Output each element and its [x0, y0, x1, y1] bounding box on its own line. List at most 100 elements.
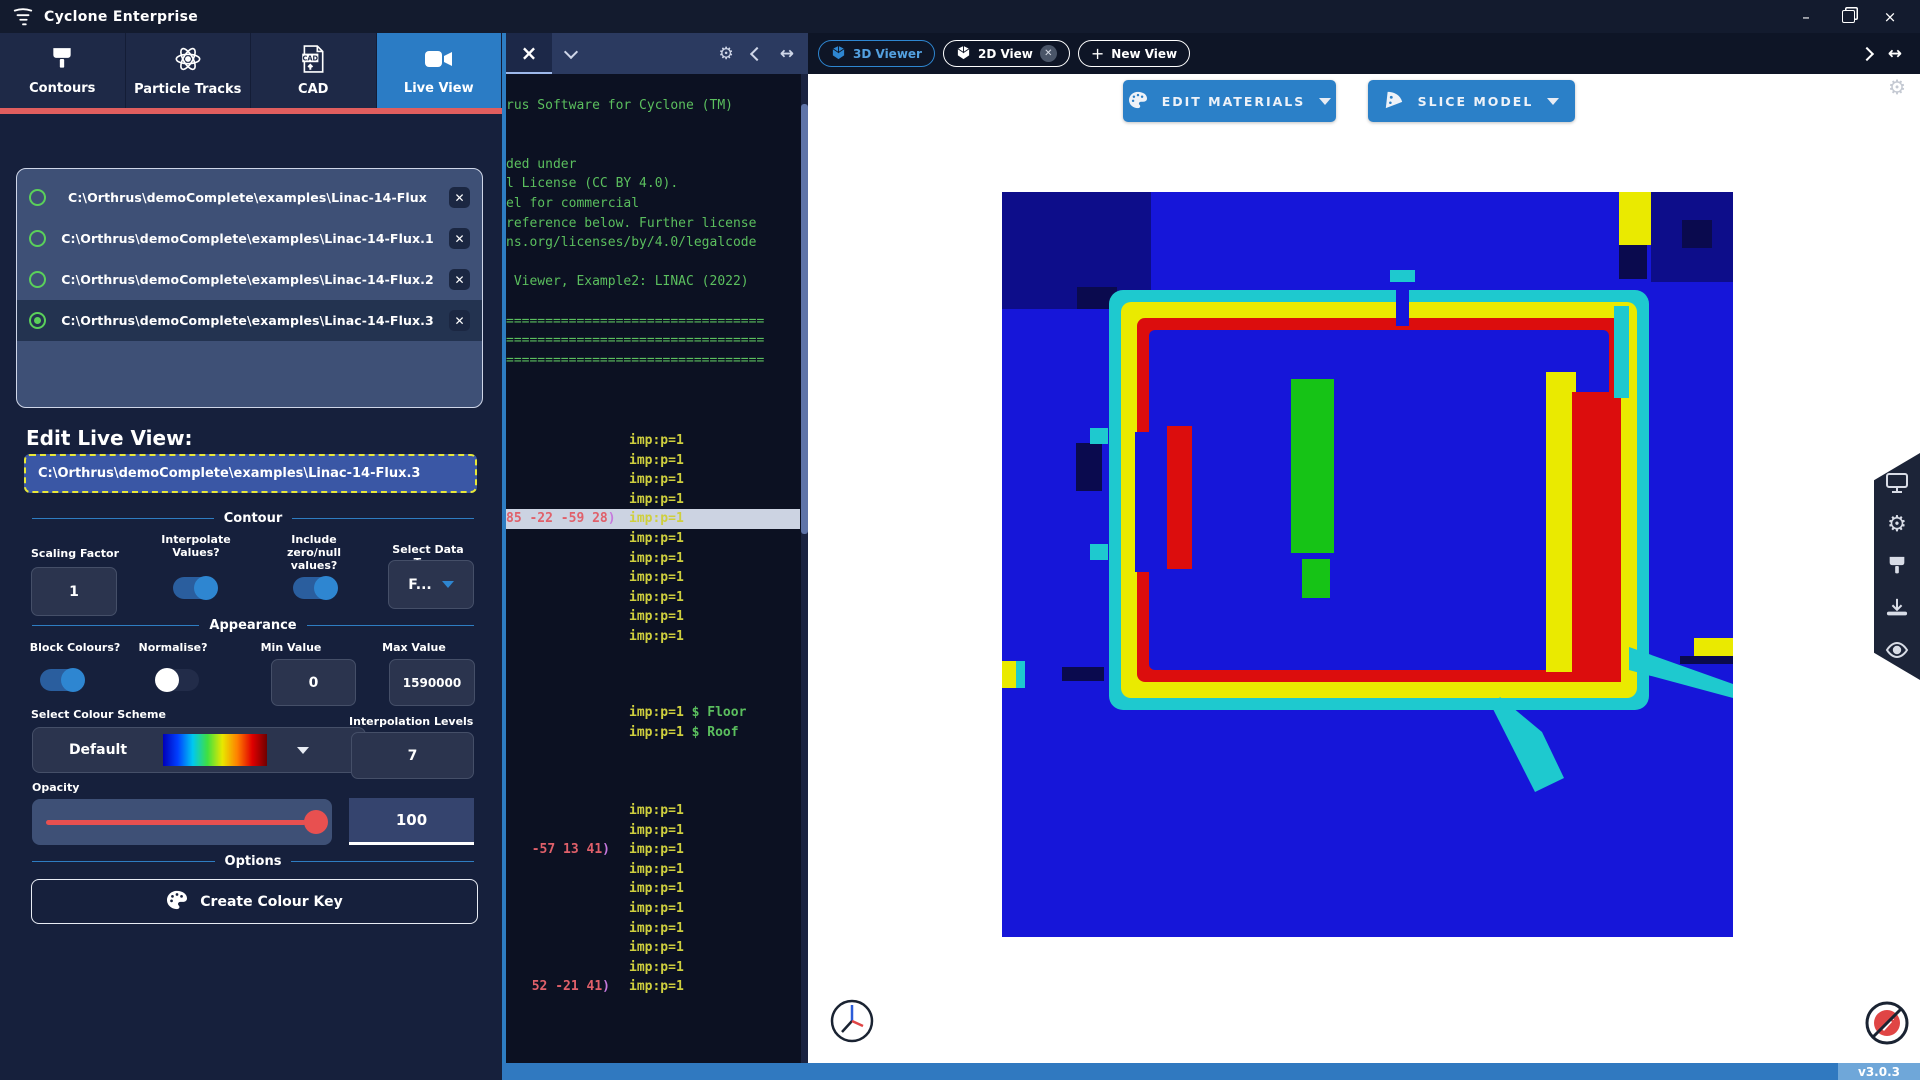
- interpolation-levels-input[interactable]: 7: [351, 732, 474, 779]
- contour-section-title: Contour: [223, 511, 283, 526]
- flux-map-canvas[interactable]: [1002, 192, 1733, 937]
- console-line: =================================: [506, 352, 765, 368]
- contour-brush-icon[interactable]: [1884, 554, 1910, 578]
- tab-3d-viewer[interactable]: 3D Viewer: [818, 40, 935, 67]
- console-line: el for commercial: [506, 195, 640, 211]
- console-line: imp:p=1: [629, 589, 684, 605]
- radio-selected-icon[interactable]: [29, 312, 46, 329]
- palette-icon: [1128, 91, 1148, 112]
- tab-cad[interactable]: CAD CAD: [251, 33, 377, 108]
- appearance-divider: Appearance: [32, 618, 475, 633]
- cyclone-logo-icon: [12, 6, 34, 28]
- console-scrollbar-thumb[interactable]: [801, 104, 808, 534]
- cad-file-icon: CAD: [300, 44, 326, 77]
- scaling-factor-input[interactable]: 1: [31, 567, 117, 616]
- settings-tools-icon[interactable]: ⚙: [1884, 512, 1910, 537]
- left-panel: Contours Particle Tracks CAD CAD Live Vi…: [0, 33, 502, 1080]
- eye-visibility-icon[interactable]: [1884, 638, 1910, 662]
- console-line: imp:p=1: [629, 881, 684, 897]
- minimize-button[interactable]: –: [1792, 5, 1820, 29]
- scaling-factor-value: 1: [69, 583, 79, 600]
- video-camera-icon: [424, 46, 454, 76]
- remove-file-icon[interactable]: ✕: [449, 228, 470, 249]
- radio-unselected-icon[interactable]: [29, 230, 46, 247]
- download-icon[interactable]: [1884, 596, 1910, 620]
- slice-model-label: SLICE MODEL: [1417, 93, 1534, 109]
- tab-label: New View: [1111, 46, 1178, 61]
- close-button[interactable]: ×: [1876, 5, 1904, 29]
- tab-live-view[interactable]: Live View: [376, 33, 502, 108]
- remove-file-icon[interactable]: ✕: [449, 187, 470, 208]
- flux-map: [1002, 192, 1733, 937]
- radio-unselected-icon[interactable]: [29, 189, 46, 206]
- live-view-path-input[interactable]: C:\Orthrus\demoComplete\examples\Linac-1…: [24, 454, 477, 493]
- slice-model-button[interactable]: SLICE MODEL: [1368, 80, 1575, 122]
- chevron-right-icon[interactable]: [1859, 46, 1874, 61]
- palette-icon: [166, 890, 188, 914]
- file-row-selected[interactable]: C:\Orthrus\demoComplete\examples\Linac-1…: [17, 300, 482, 341]
- axis-orientation-gizmo[interactable]: [829, 998, 875, 1044]
- new-view-button[interactable]: + New View: [1077, 40, 1191, 67]
- opacity-value-input[interactable]: 100: [349, 798, 474, 845]
- colour-gradient-preview: [163, 734, 267, 766]
- max-value: 1590000: [402, 675, 462, 690]
- radio-unselected-icon[interactable]: [29, 271, 46, 288]
- tab-label: 2D View: [977, 46, 1033, 61]
- console-line-highlighted: 85 -22 -59 28) imp:p=1: [506, 509, 800, 529]
- console-block: rus Software for Cyclone (TM) ded under l …: [506, 96, 800, 370]
- min-value-input[interactable]: 0: [271, 659, 356, 706]
- max-value-input[interactable]: 1590000: [389, 659, 475, 706]
- chevron-down-icon[interactable]: [563, 44, 579, 59]
- console-line: imp:p=1: [629, 433, 684, 448]
- include-zero-toggle[interactable]: [293, 576, 338, 600]
- remove-file-icon[interactable]: ✕: [449, 269, 470, 290]
- console-line: ded under: [506, 156, 577, 172]
- close-tab-icon[interactable]: ✕: [1039, 45, 1057, 62]
- disable-drawing-button[interactable]: [1864, 1000, 1910, 1046]
- maximize-button[interactable]: [1834, 5, 1862, 29]
- tab-particle-tracks[interactable]: Particle Tracks: [125, 33, 251, 108]
- edit-materials-button[interactable]: EDIT MATERIALS: [1123, 80, 1336, 122]
- viewer-tool-rail: ⚙: [1874, 453, 1920, 680]
- expand-horizontal-icon[interactable]: ↔: [780, 44, 794, 64]
- appearance-section-title: Appearance: [209, 618, 297, 633]
- console-line: imp:p=1: [629, 472, 684, 488]
- interpolate-values-toggle[interactable]: [173, 576, 218, 600]
- atom-icon: [173, 45, 203, 77]
- console-settings-gear-icon[interactable]: ⚙: [719, 44, 734, 64]
- file-row[interactable]: C:\Orthrus\demoComplete\examples\Linac-1…: [17, 259, 482, 300]
- console-line: imp:p=1: [629, 550, 684, 566]
- colour-scheme-dropdown[interactable]: Default: [32, 727, 366, 773]
- console-line: imp:p=1 $ Floor: [629, 705, 747, 720]
- opacity-slider-handle[interactable]: [304, 810, 328, 834]
- data-type-dropdown[interactable]: F...: [388, 560, 474, 609]
- opacity-slider[interactable]: [32, 799, 332, 845]
- live-view-file-list: C:\Orthrus\demoComplete\examples\Linac-1…: [16, 168, 483, 408]
- console-line: =================================: [506, 333, 765, 349]
- tab-2d-view[interactable]: 2D View ✕: [942, 40, 1070, 67]
- expand-horizontal-icon[interactable]: ↔: [1888, 44, 1902, 64]
- block-colours-label: Block Colours?: [29, 641, 121, 654]
- block-colours-toggle[interactable]: [40, 668, 85, 692]
- file-row[interactable]: C:\Orthrus\demoComplete\examples\Linac-1…: [17, 218, 482, 259]
- console-line: imp:p=1: [629, 452, 684, 468]
- file-row[interactable]: C:\Orthrus\demoComplete\examples\Linac-1…: [17, 177, 482, 218]
- console-scrollbar[interactable]: [801, 74, 808, 1063]
- console-line: imp:p=1: [629, 861, 684, 877]
- chevron-left-icon[interactable]: [749, 46, 764, 61]
- interpolation-levels-value: 7: [407, 747, 418, 764]
- create-colour-key-button[interactable]: Create Colour Key: [31, 879, 478, 924]
- viewer-settings-gear-icon[interactable]: ⚙: [1888, 75, 1906, 99]
- console-line: imp:p=1: [629, 803, 684, 818]
- opacity-label: Opacity: [32, 781, 80, 794]
- chevron-down-icon: [1547, 97, 1560, 105]
- remove-file-icon[interactable]: ✕: [449, 310, 470, 331]
- tab-contours[interactable]: Contours: [0, 33, 126, 108]
- normalise-toggle[interactable]: [155, 668, 199, 692]
- opacity-slider-track: [46, 820, 306, 825]
- console-close-button[interactable]: ×: [506, 33, 552, 74]
- display-icon[interactable]: [1884, 471, 1910, 495]
